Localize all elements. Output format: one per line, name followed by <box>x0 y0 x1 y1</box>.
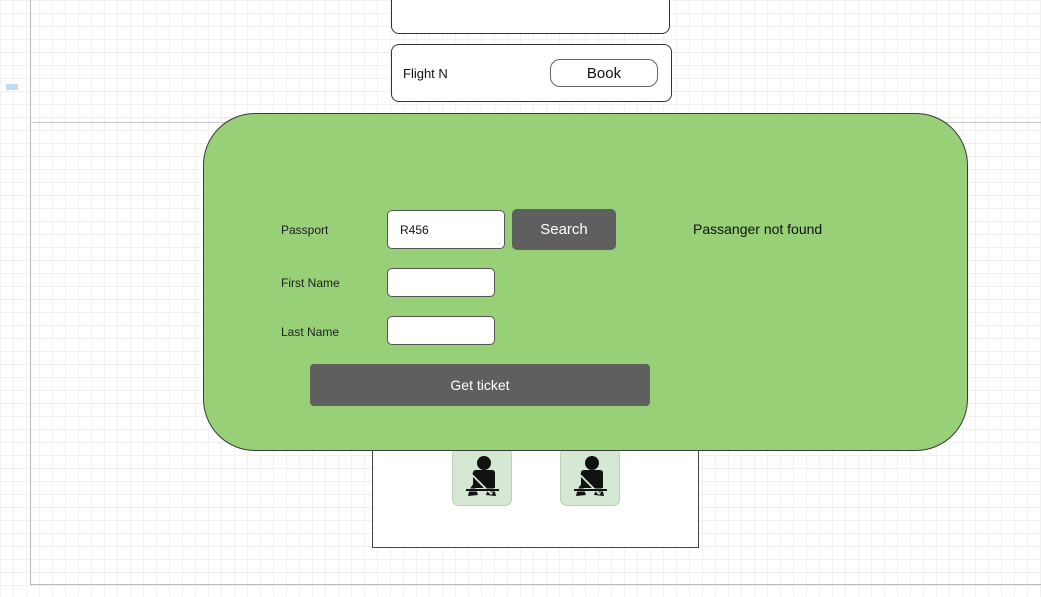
first-name-input[interactable] <box>387 268 495 297</box>
first-name-label: First Name <box>281 276 340 290</box>
get-ticket-button[interactable]: Get ticket <box>310 364 650 406</box>
last-name-label: Last Name <box>281 325 340 339</box>
status-message: Passanger not found <box>693 221 823 237</box>
passport-label: Passport <box>281 223 329 237</box>
canvas-border-left <box>30 0 31 585</box>
search-button[interactable]: Search <box>512 209 616 250</box>
seat-map <box>372 440 699 548</box>
passenger-dialog: Passport Search Passanger not found Firs… <box>203 113 968 451</box>
flight-card: Flight N Book <box>391 44 672 102</box>
flight-card-previous <box>391 0 670 34</box>
ruler-marker <box>6 84 18 90</box>
seatbelt-icon <box>574 456 607 496</box>
last-name-input[interactable] <box>387 316 495 345</box>
canvas-border-bottom <box>30 584 1041 585</box>
seat-2[interactable] <box>560 448 620 506</box>
seat-1[interactable] <box>452 448 512 506</box>
book-button[interactable]: Book <box>550 59 658 87</box>
passport-input[interactable] <box>387 210 505 249</box>
flight-name-label: Flight N <box>403 66 448 81</box>
seatbelt-icon <box>466 456 499 496</box>
